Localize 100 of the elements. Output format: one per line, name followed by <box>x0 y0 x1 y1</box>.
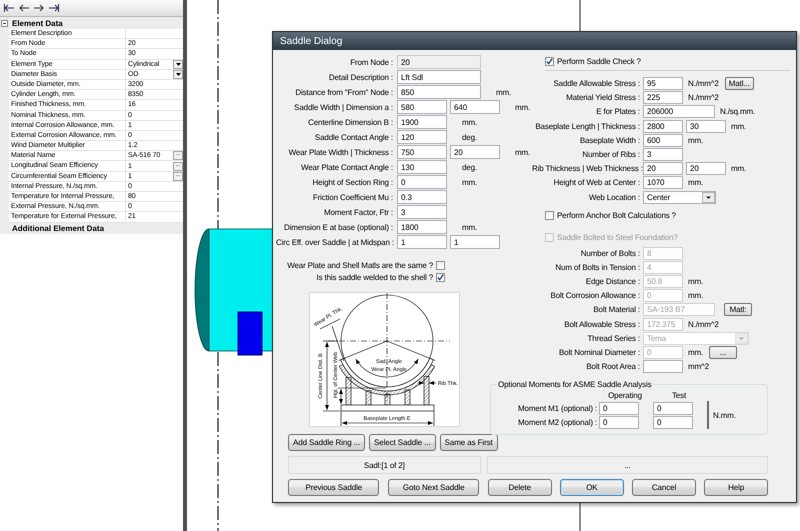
input-field[interactable]: 130 <box>397 160 447 174</box>
input-field[interactable]: 0 <box>653 402 693 415</box>
field-label: Web Location : <box>588 192 640 202</box>
input-field[interactable]: 0 <box>599 402 639 415</box>
checkbox[interactable] <box>436 260 445 270</box>
unit-label: N./sq.mm. <box>720 107 756 116</box>
checkbox[interactable] <box>545 56 554 66</box>
unit-label: mm. <box>731 164 746 174</box>
input-field[interactable]: 0.3 <box>397 190 447 204</box>
field-button[interactable]: Matl... <box>724 77 754 90</box>
checkbox-label[interactable]: Perform Anchor Bolt Calculations ? <box>557 211 676 220</box>
field-label: Bolt Root Area : <box>585 362 640 372</box>
dialog-button[interactable]: Help <box>704 479 768 496</box>
input-field[interactable]: 580 <box>397 100 447 114</box>
field-label: Rib Thickness | Web Thickness : <box>532 164 640 174</box>
input-field[interactable]: 95 <box>643 77 683 90</box>
input-field[interactable]: 1 <box>397 235 447 249</box>
input-field[interactable]: 20 <box>643 162 683 176</box>
field-label: Moment M2 (optional) : <box>517 418 597 427</box>
input-field[interactable]: 0 <box>653 416 693 429</box>
unit-label: mm. <box>515 102 530 112</box>
field-label: Thread Series : <box>586 334 640 343</box>
field-label: Bolt Corrosion Allowance : <box>550 291 640 300</box>
field-label: Bolt Allowable Stress : <box>563 320 640 329</box>
dialog-button[interactable]: Goto Next Saddle <box>388 479 480 496</box>
field-label: Circ Eff. over Saddle | at Midspan : <box>276 238 393 246</box>
field-label: From Node : <box>349 58 393 66</box>
input-field[interactable]: Lft Sdl <box>397 70 481 84</box>
input-field[interactable] <box>643 360 683 374</box>
checkbox-label[interactable]: Is this saddle welded to the shell ? <box>316 272 433 282</box>
checkbox[interactable] <box>545 211 554 220</box>
input-field[interactable]: 640 <box>450 100 500 114</box>
field-label: Saddle Allowable Stress : <box>552 79 640 88</box>
skip-to-end-icon[interactable] <box>48 3 60 13</box>
checkbox-label[interactable]: Wear Plate and Shell Matls are the same ? <box>287 260 433 270</box>
field-label: Moment M1 (optional) : <box>517 404 597 413</box>
dialog-button[interactable]: Select Saddle ... <box>369 434 436 451</box>
dialog-button[interactable]: Delete <box>488 479 552 496</box>
input-field[interactable]: 1070 <box>643 176 683 190</box>
input-field[interactable]: 850 <box>397 85 481 99</box>
input-field[interactable]: 0 <box>599 416 639 429</box>
dialog-button[interactable]: Same as First <box>440 434 498 451</box>
input-field[interactable]: 600 <box>643 134 683 147</box>
unit-label: mm. <box>496 88 512 96</box>
input-field[interactable]: 3 <box>397 205 447 219</box>
input-field[interactable]: 20 <box>686 162 726 176</box>
dialog-button[interactable]: Add Saddle Ring ... <box>288 434 366 451</box>
input-field[interactable]: 3 <box>643 148 683 161</box>
unit-label: mm. <box>462 178 478 186</box>
checkbox[interactable] <box>436 272 445 282</box>
input-field[interactable]: 20 <box>450 145 500 159</box>
caret-icon[interactable] <box>176 72 180 76</box>
dialog-button[interactable]: Previous Saddle <box>288 479 380 496</box>
field-label: Num of Bolts in Tension : <box>554 262 640 272</box>
unit-label: mm. <box>688 348 704 357</box>
field-label: Wear Plate Width | Thickness : <box>288 148 393 156</box>
unit-label: deg. <box>462 132 477 142</box>
column-header: Operating <box>607 390 643 400</box>
input-field[interactable]: 1 <box>450 235 500 249</box>
caret-icon[interactable] <box>702 192 715 202</box>
unit-label: deg. <box>462 162 477 172</box>
section-header[interactable]: Additional Element Data <box>10 224 104 233</box>
unit-label: N.mm. <box>707 401 761 430</box>
unit-label: N./mm^2 <box>688 93 719 102</box>
caret-icon[interactable] <box>176 62 180 66</box>
field-label: Saddle Width | Dimension a : <box>293 102 393 112</box>
field-label: Height of Section Ring : <box>312 178 393 186</box>
field-label: Edge Distance : <box>584 277 640 286</box>
unit-label: N./mm^2 <box>688 320 719 329</box>
input-field[interactable]: 206000 <box>643 105 715 118</box>
skip-to-start-icon[interactable] <box>3 3 15 13</box>
input-field[interactable]: 1800 <box>397 220 447 234</box>
status-panel: ... <box>486 456 768 474</box>
dialog-button[interactable]: Cancel <box>632 479 696 496</box>
section-header[interactable]: Element Data <box>10 18 63 28</box>
input-field[interactable]: 30 <box>686 120 726 133</box>
arrow-right-icon[interactable] <box>33 3 45 13</box>
input-field[interactable]: 2800 <box>643 120 683 133</box>
collapse-icon[interactable] <box>1 20 8 26</box>
input-field[interactable]: 20 <box>397 55 481 69</box>
field-label: Centerline Dimension B : <box>307 118 393 126</box>
group-title: Optional Moments for ASME Saddle Analysis <box>497 380 652 390</box>
input-field[interactable]: 120 <box>397 130 447 144</box>
arrow-left-icon[interactable] <box>18 3 30 13</box>
field-label: Baseplate Length | Thickness : <box>534 122 640 131</box>
field-label: Dimension E at base (optional) : <box>282 222 393 232</box>
status-panel: Sadl:[1 of 2] <box>288 456 481 474</box>
field-label: Distance from "From" Node : <box>294 88 393 96</box>
input-field[interactable]: 225 <box>643 91 683 104</box>
input-field[interactable]: 1900 <box>397 115 447 129</box>
checkbox-label[interactable]: Perform Saddle Check ? <box>557 56 641 66</box>
dialog-button[interactable]: OK <box>560 479 624 496</box>
unit-label: mm. <box>688 277 704 286</box>
unit-label: mm. <box>688 178 704 188</box>
input-field[interactable]: 750 <box>397 145 447 159</box>
dropdown[interactable]: Center <box>643 190 716 204</box>
field-label: Baseplate Width : <box>578 136 640 145</box>
input-field[interactable]: 0 <box>397 175 447 189</box>
field-label: E for Plates : <box>595 107 640 116</box>
field-label: Moment Factor, Ftr : <box>322 208 393 216</box>
